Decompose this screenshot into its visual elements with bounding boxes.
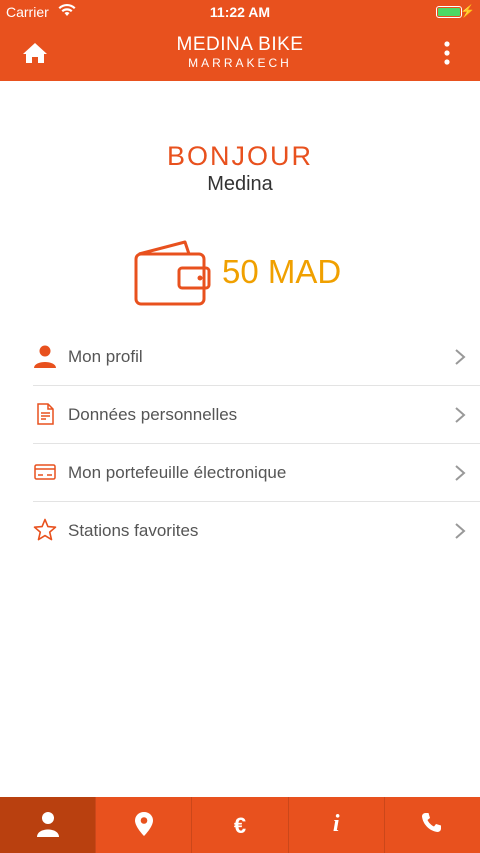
info-icon: i (332, 811, 340, 837)
menu-item-favorite-stations[interactable]: Stations favorites (33, 502, 480, 559)
menu-item-profile[interactable]: Mon profil (33, 328, 480, 386)
app-subtitle: MARRAKECH (188, 56, 292, 70)
user-icon (36, 812, 59, 837)
phone-icon (422, 813, 442, 832)
tab-info[interactable]: i (287, 797, 384, 853)
charging-icon: ⚡ (460, 4, 475, 18)
app-title-block: MEDINA BIKE MARRAKECH (0, 34, 480, 70)
menu-item-label: Mon portefeuille électronique (68, 463, 287, 482)
menu-item-label: Données personnelles (68, 405, 238, 424)
tab-bar: € i (0, 797, 480, 853)
status-bar: Carrier 11:22 AM ⚡ (0, 0, 480, 24)
tab-contact[interactable] (383, 797, 480, 853)
chevron-right-icon (455, 349, 466, 365)
tab-payment[interactable]: € (191, 797, 287, 853)
account-menu: Mon profil Données personnelles Mon port… (33, 328, 480, 559)
battery-icon (436, 6, 462, 18)
chevron-right-icon (455, 523, 466, 539)
menu-item-label: Stations favorites (68, 521, 199, 540)
user-name: Medina (207, 173, 273, 195)
euro-icon: € (233, 813, 247, 838)
menu-item-label: Mon profil (68, 347, 143, 366)
greeting-title: BONJOUR (166, 141, 313, 171)
greeting: BONJOUR Medina (0, 140, 480, 196)
wallet-balance: 50 MAD (222, 253, 342, 290)
chevron-right-icon (455, 407, 466, 423)
menu-item-e-wallet[interactable]: Mon portefeuille électronique (33, 444, 480, 502)
tab-map[interactable] (95, 797, 191, 853)
credit-card-icon (34, 464, 56, 480)
app-title: MEDINA BIKE (176, 34, 304, 55)
menu-item-personal-data[interactable]: Données personnelles (33, 386, 480, 444)
tab-profile[interactable] (0, 797, 96, 853)
nav-bar: MEDINA BIKE MARRAKECH (0, 24, 480, 81)
wallet-icon (134, 240, 211, 306)
star-icon (33, 518, 57, 541)
document-icon (37, 403, 54, 425)
map-pin-icon (134, 812, 153, 836)
more-vertical-icon[interactable] (432, 38, 462, 68)
user-icon (34, 345, 56, 368)
clock: 11:22 AM (209, 4, 271, 20)
chevron-right-icon (455, 465, 466, 481)
